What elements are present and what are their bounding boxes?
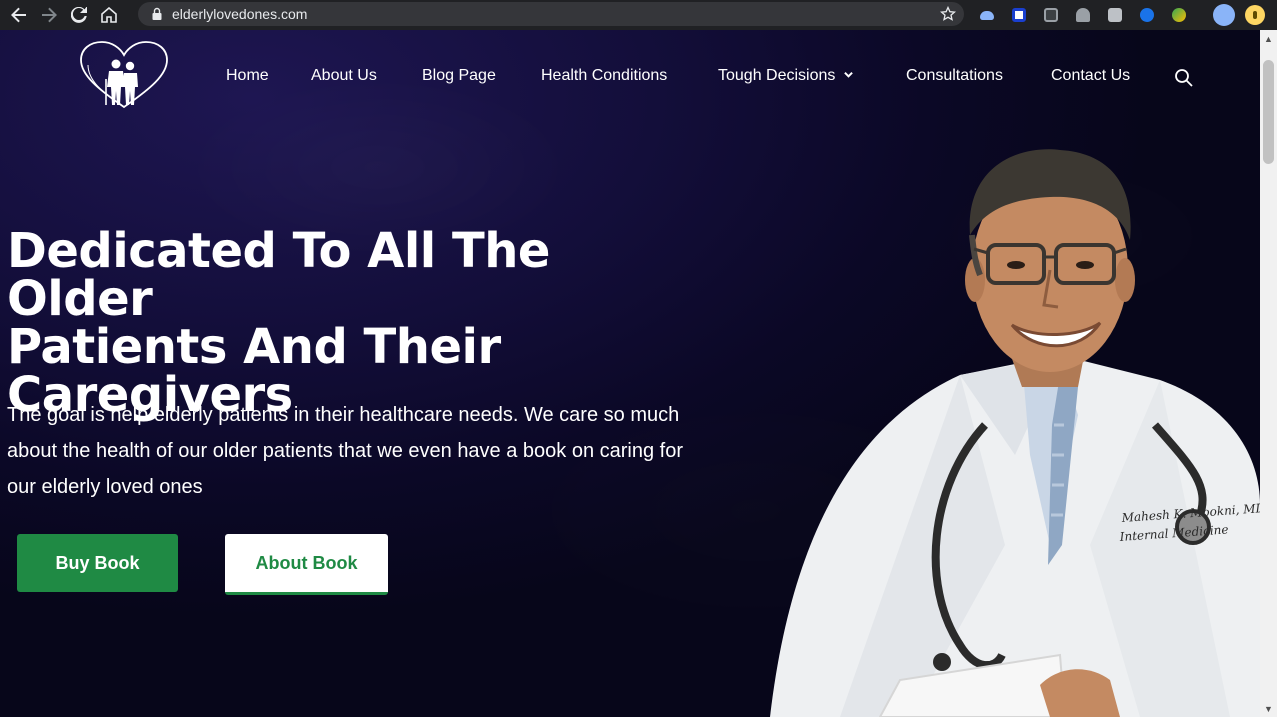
nav-item-blog-page[interactable]: Blog Page bbox=[422, 67, 496, 85]
nav-item-home[interactable]: Home bbox=[226, 67, 269, 85]
extension-screenshot-icon[interactable] bbox=[1104, 4, 1126, 26]
extension-person-icon[interactable] bbox=[1072, 4, 1094, 26]
forward-icon[interactable] bbox=[38, 4, 60, 26]
profile-avatar-icon[interactable] bbox=[1213, 4, 1235, 26]
nav-item-health-conditions[interactable]: Health Conditions bbox=[541, 67, 667, 85]
lock-icon bbox=[152, 7, 162, 20]
extension-camera-icon[interactable] bbox=[1040, 4, 1062, 26]
bookmark-star-icon[interactable] bbox=[940, 6, 956, 22]
nav-item-tough-decisions-label: Tough Decisions bbox=[718, 67, 836, 84]
search-icon[interactable] bbox=[1174, 68, 1194, 88]
nav-item-about-us[interactable]: About Us bbox=[311, 67, 377, 85]
scroll-down-arrow-icon[interactable]: ▼ bbox=[1260, 700, 1277, 717]
about-book-button[interactable]: About Book bbox=[225, 534, 388, 595]
address-bar[interactable]: elderlylovedones.com bbox=[138, 2, 964, 26]
scrollbar-thumb[interactable] bbox=[1263, 60, 1274, 164]
scroll-up-arrow-icon[interactable]: ▲ bbox=[1260, 30, 1277, 47]
elderly-loved-ones-logo[interactable] bbox=[78, 41, 170, 111]
browser-toolbar: elderlylovedones.com bbox=[0, 0, 1277, 30]
hero-title-line-1: Dedicated To All The Older bbox=[7, 223, 550, 327]
chevron-down-icon bbox=[844, 71, 854, 78]
nav-item-contact-us[interactable]: Contact Us bbox=[1051, 67, 1130, 85]
reload-icon[interactable] bbox=[68, 4, 90, 26]
hero-section: Home About Us Blog Page Health Condition… bbox=[0, 30, 1260, 717]
page-scrollbar[interactable]: ▲ ▼ bbox=[1260, 30, 1277, 717]
extension-screen-icon[interactable] bbox=[1008, 4, 1030, 26]
extensions-row bbox=[976, 4, 1190, 26]
hero-title: Dedicated To All The Older Patients And … bbox=[7, 227, 687, 419]
buy-book-button[interactable]: Buy Book bbox=[17, 534, 178, 592]
extension-cloud-icon[interactable] bbox=[976, 4, 998, 26]
extension-blue-drop-icon[interactable] bbox=[1136, 4, 1158, 26]
nav-item-consultations[interactable]: Consultations bbox=[906, 67, 1003, 85]
home-icon[interactable] bbox=[98, 4, 120, 26]
url-text: elderlylovedones.com bbox=[172, 6, 308, 22]
back-icon[interactable] bbox=[8, 4, 30, 26]
extension-alert-icon[interactable] bbox=[1245, 5, 1265, 25]
nav-item-tough-decisions[interactable]: Tough Decisions bbox=[718, 67, 854, 85]
extension-green-icon[interactable] bbox=[1168, 4, 1190, 26]
hero-description: The goal is help elderly patients in the… bbox=[7, 404, 684, 498]
doctor-photo: Mahesh K. Mookni, MD Internal Medicine bbox=[770, 149, 1260, 717]
